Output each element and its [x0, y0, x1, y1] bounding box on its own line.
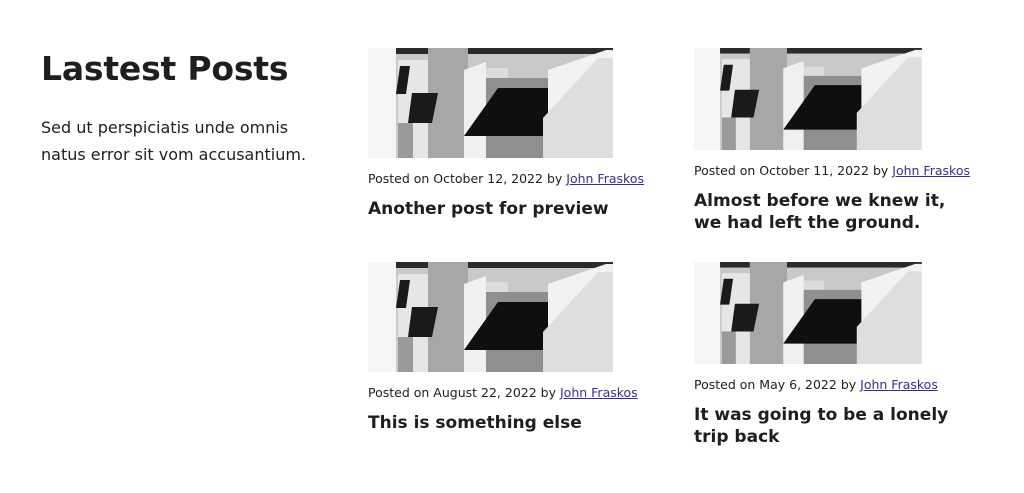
post-title[interactable]: Another post for preview [368, 198, 668, 220]
post-image [368, 262, 668, 372]
post-date: Posted on October 11, 2022 [694, 163, 869, 178]
post-by: by [872, 163, 889, 178]
post-title[interactable]: This is something else [368, 412, 668, 434]
post-meta: Posted on August 22, 2022 by John Frasko… [368, 384, 668, 402]
author-link[interactable]: John Fraskos [566, 171, 644, 186]
post-title[interactable]: It was going to be a lonely trip back [694, 404, 973, 448]
post-thumbnail[interactable] [694, 48, 973, 150]
post-date: Posted on May 6, 2022 [694, 377, 837, 392]
post-thumbnail[interactable] [368, 262, 668, 372]
post-image [368, 48, 668, 158]
intro: Lastest Posts Sed ut perspiciatis unde o… [41, 48, 331, 168]
author-link[interactable]: John Fraskos [892, 163, 970, 178]
post-card: Posted on August 22, 2022 by John Frasko… [368, 262, 668, 434]
section-description: Sed ut perspiciatis unde omnis natus err… [41, 118, 307, 164]
post-date: Posted on August 22, 2022 [368, 385, 537, 400]
post-image [694, 48, 973, 150]
post-title[interactable]: Almost before we knew it, we had left th… [694, 190, 973, 234]
post-card: Posted on October 12, 2022 by John Frask… [368, 48, 668, 220]
author-link[interactable]: John Fraskos [860, 377, 938, 392]
post-meta: Posted on May 6, 2022 by John Fraskos [694, 376, 973, 394]
post-card: Posted on May 6, 2022 by John Fraskos It… [694, 262, 973, 448]
post-by: by [546, 171, 563, 186]
post-by: by [540, 385, 557, 400]
post-meta: Posted on October 12, 2022 by John Frask… [368, 170, 668, 188]
section-heading: Lastest Posts [41, 49, 289, 88]
post-by: by [840, 377, 857, 392]
post-thumbnail[interactable] [694, 262, 973, 364]
post-meta: Posted on October 11, 2022 by John Frask… [694, 162, 973, 180]
post-card: Posted on October 11, 2022 by John Frask… [694, 48, 973, 234]
post-date: Posted on October 12, 2022 [368, 171, 543, 186]
post-thumbnail[interactable] [368, 48, 668, 158]
post-image [694, 262, 973, 364]
author-link[interactable]: John Fraskos [560, 385, 638, 400]
latest-posts-section: Lastest Posts Sed ut perspiciatis unde o… [0, 0, 1024, 493]
